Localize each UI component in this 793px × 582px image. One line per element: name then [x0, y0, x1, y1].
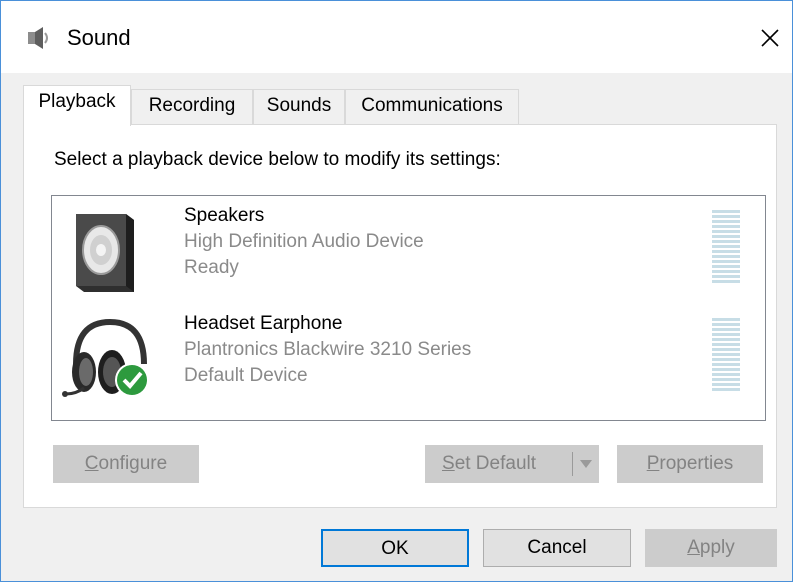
device-description: High Definition Audio Device [184, 231, 424, 252]
cancel-label: Cancel [527, 537, 587, 558]
set-default-button[interactable]: Set Default [425, 445, 599, 483]
chevron-down-icon[interactable] [578, 458, 594, 470]
configure-label: onfigure [98, 453, 168, 474]
properties-button[interactable]: Properties [617, 445, 763, 483]
sound-dialog: Sound Playback Recording Sounds Communic… [0, 0, 793, 582]
split-divider [572, 452, 573, 476]
device-item-speakers[interactable]: Speakers High Definition Audio Device Re… [52, 196, 765, 304]
apply-mnemonic: A [687, 537, 700, 558]
device-name: Speakers [184, 205, 265, 226]
window-title: Sound [67, 25, 131, 50]
title-bar: Sound [1, 1, 792, 73]
device-list[interactable]: Speakers High Definition Audio Device Re… [51, 195, 766, 421]
tab-recording[interactable]: Recording [131, 89, 253, 125]
configure-mnemonic: C [84, 453, 99, 474]
set-default-mnemonic: S [442, 453, 455, 474]
volume-meter [712, 318, 742, 393]
sound-app-icon [28, 27, 48, 49]
apply-label: pply [699, 537, 735, 558]
speaker-icon [76, 214, 134, 292]
device-description: Plantronics Blackwire 3210 Series [184, 339, 472, 360]
volume-meter [712, 210, 742, 285]
close-icon[interactable] [753, 21, 787, 55]
device-status: Default Device [184, 365, 308, 386]
ok-label: OK [381, 538, 409, 559]
apply-button[interactable]: Apply [645, 529, 777, 567]
tab-label: Sounds [266, 95, 332, 116]
tab-sounds[interactable]: Sounds [253, 89, 345, 125]
properties-label: roperties [659, 453, 734, 474]
tab-label: Playback [38, 91, 116, 112]
configure-button[interactable]: Configure [53, 445, 199, 483]
ok-button[interactable]: OK [321, 529, 469, 567]
playback-panel: Select a playback device below to modify… [23, 124, 777, 508]
device-name: Headset Earphone [184, 313, 343, 334]
properties-mnemonic: P [646, 453, 660, 474]
instruction-text: Select a playback device below to modify… [54, 149, 501, 170]
tab-label: Communications [361, 95, 503, 116]
set-default-label: et Default [454, 453, 537, 474]
cancel-button[interactable]: Cancel [483, 529, 631, 567]
headset-icon [62, 318, 149, 397]
device-status: Ready [184, 257, 239, 278]
tab-communications[interactable]: Communications [345, 89, 519, 125]
tab-label: Recording [148, 95, 236, 116]
default-check-icon [115, 363, 149, 397]
device-item-headset[interactable]: Headset Earphone Plantronics Blackwire 3… [52, 304, 765, 412]
tab-playback[interactable]: Playback [23, 85, 131, 126]
